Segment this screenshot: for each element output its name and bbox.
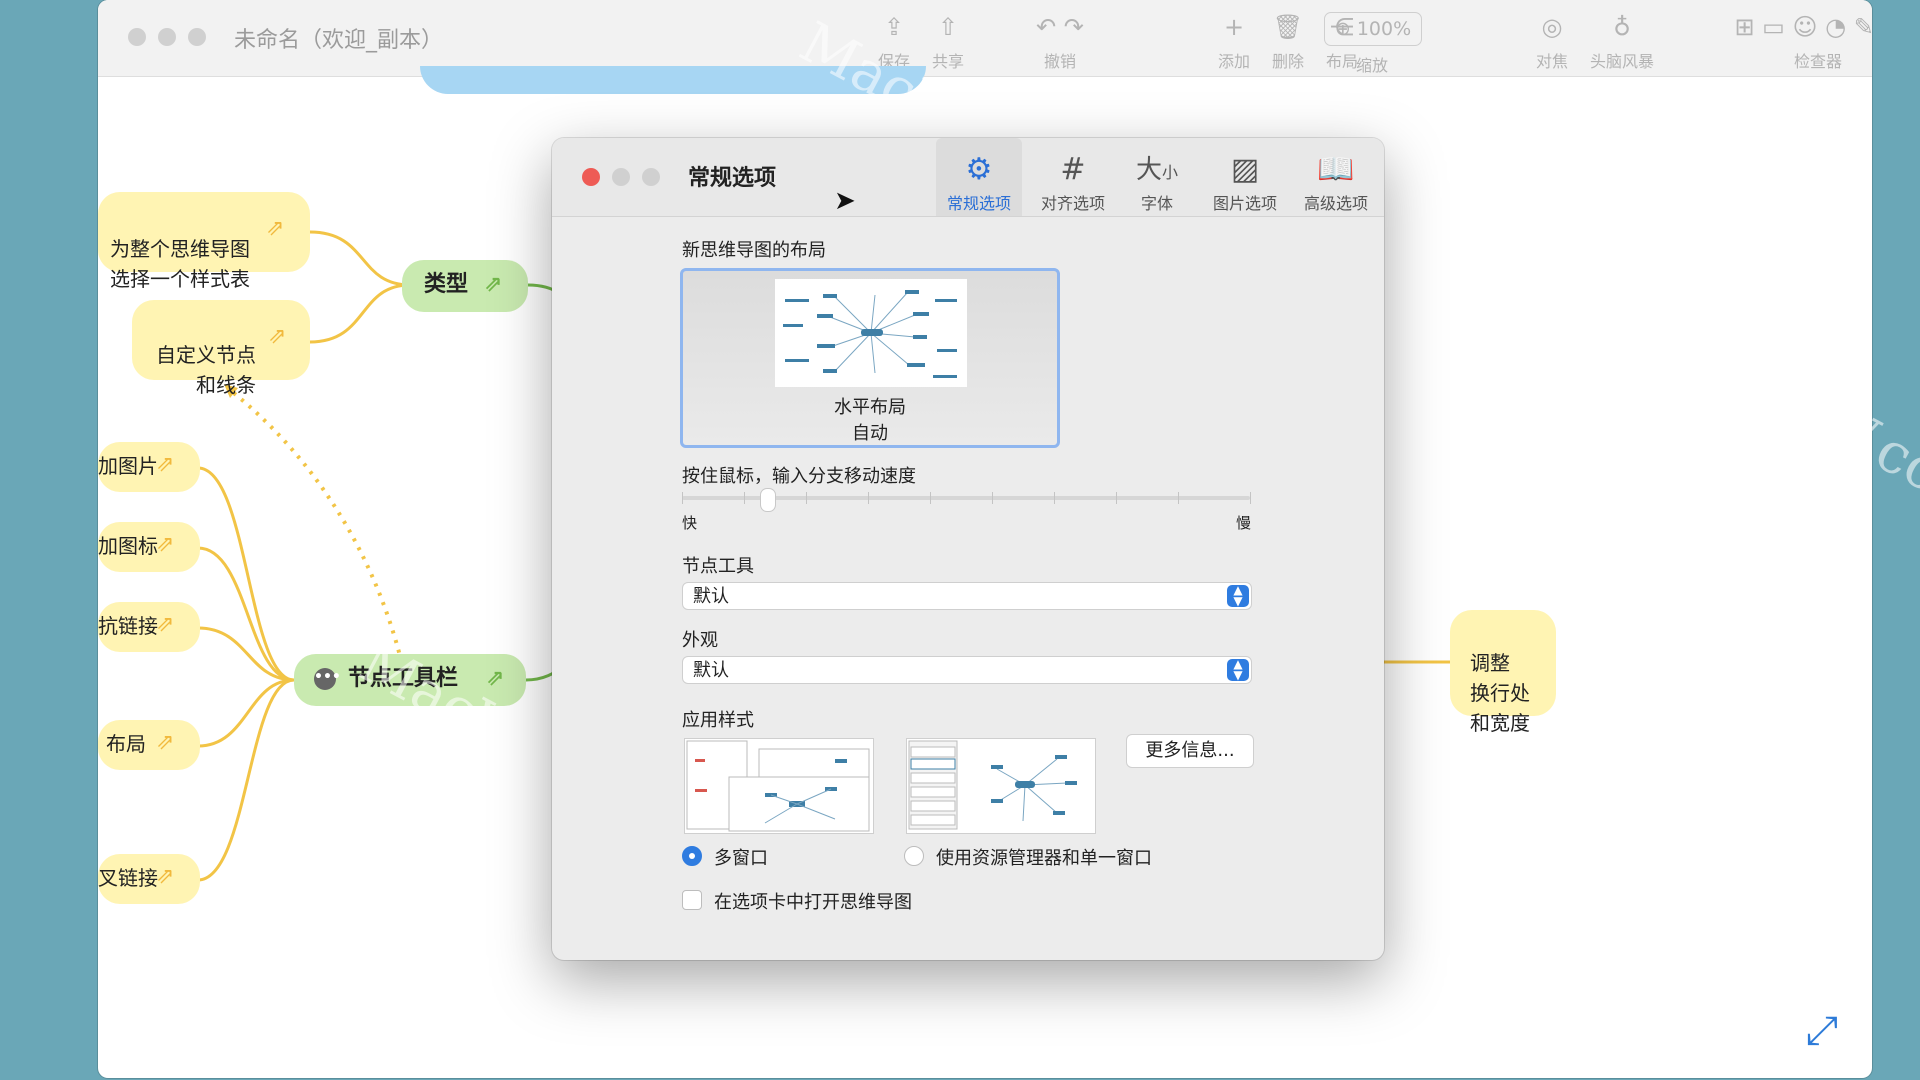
expand-icon[interactable]: ⤢ — [1806, 1008, 1838, 1054]
speed-label: 按住鼠标，输入分支移动速度 — [682, 466, 916, 487]
font-size-icon: 大小 — [1135, 155, 1179, 185]
gears-icon: ⚙ — [965, 152, 993, 187]
layout-mode: 自动 — [852, 423, 888, 444]
link-icon[interactable]: ⇗ — [156, 610, 174, 640]
tab-image[interactable]: ▨ 图片选项 — [1200, 138, 1290, 216]
link-icon[interactable]: ⇗ — [156, 728, 174, 758]
layout-name: 水平布局 — [834, 397, 906, 418]
slider-tick — [992, 492, 993, 504]
tab-alignment[interactable]: # 对齐选项 — [1030, 138, 1116, 216]
node-type[interactable]: 类型 ⇗ — [402, 260, 528, 312]
link-icon[interactable]: ⇗ — [266, 214, 284, 244]
dialog-zoom-button[interactable] — [642, 168, 660, 186]
radio-multi-window[interactable] — [682, 846, 702, 866]
mouse-cursor-icon: ➤ — [834, 186, 856, 216]
more-info-button[interactable]: 更多信息... — [1126, 734, 1254, 768]
more-icon[interactable]: ••• — [314, 668, 341, 690]
speed-fast-label: 快 — [682, 514, 698, 532]
link-icon[interactable]: ⇗ — [484, 270, 502, 300]
mindmap-preview-icon — [783, 290, 957, 378]
slider-tick — [868, 492, 869, 504]
link-icon[interactable]: ⇗ — [156, 450, 174, 480]
tab-font[interactable]: 大小 字体 — [1122, 138, 1192, 216]
dialog-header: 常规选项 ➤ ⚙ 常规选项 # 对齐选项 大小 字体 ▨ 图片选项 📖 高级选项 — [552, 138, 1384, 217]
appearance-label: 外观 — [682, 630, 718, 651]
preferences-dialog: 常规选项 ➤ ⚙ 常规选项 # 对齐选项 大小 字体 ▨ 图片选项 📖 高级选项… — [552, 138, 1384, 960]
node-link[interactable]: 抗链接 ⇗ — [98, 602, 200, 652]
slider-tick — [1054, 492, 1055, 504]
appearance-select[interactable]: 默认 ▲ ▼ — [682, 656, 1252, 684]
speed-slider-knob[interactable] — [760, 488, 777, 512]
slider-tick — [1178, 492, 1179, 504]
speed-slow-label: 慢 — [1236, 514, 1252, 532]
slider-tick — [1250, 492, 1251, 504]
chevron-updown-icon: ▲ ▼ — [1227, 584, 1249, 607]
slider-tick — [682, 492, 683, 504]
single-window-preview[interactable] — [906, 738, 1096, 834]
node-layout[interactable]: 布局 ⇗ — [98, 720, 200, 770]
book-icon: 📖 — [1317, 152, 1355, 187]
node-tool-label: 节点工具 — [682, 556, 754, 577]
layout-section-label: 新思维导图的布局 — [682, 240, 826, 261]
slider-tick — [930, 492, 931, 504]
multi-window-preview[interactable] — [684, 738, 874, 834]
multi-window-illustration-icon — [686, 740, 870, 832]
node-adjust-wrap[interactable]: 调整 换行处 和宽度 — [1450, 610, 1556, 735]
open-in-tabs-label: 在选项卡中打开思维导图 — [714, 892, 912, 913]
dialog-minimize-button[interactable] — [612, 168, 630, 186]
tab-general[interactable]: ⚙ 常规选项 — [936, 138, 1022, 216]
slider-tick — [806, 492, 807, 504]
chevron-updown-icon: ▲ ▼ — [1227, 658, 1249, 681]
link-icon[interactable]: ⇗ — [268, 322, 286, 352]
dialog-title: 常规选项 — [688, 166, 777, 191]
radio-single-window[interactable] — [904, 846, 924, 866]
tab-advanced[interactable]: 📖 高级选项 — [1294, 138, 1378, 216]
grid-icon: # — [1060, 152, 1086, 187]
node-add-image[interactable]: 加图片 ⇗ — [98, 442, 200, 492]
node-tool-select[interactable]: 默认 ▲ ▼ — [682, 582, 1252, 610]
layout-thumbnail — [775, 279, 967, 387]
radio-multi-window-label: 多窗口 — [714, 848, 768, 869]
node-cross-link[interactable]: 叉链接 ⇗ — [98, 854, 200, 904]
image-icon: ▨ — [1230, 152, 1260, 187]
single-window-illustration-icon — [908, 740, 1077, 830]
dialog-close-button[interactable] — [582, 168, 600, 186]
layout-option-horizontal[interactable]: 水平布局 自动 — [680, 268, 1060, 448]
slider-tick — [1116, 492, 1117, 504]
app-style-label: 应用样式 — [682, 710, 754, 731]
node-custom-node[interactable]: 自定义节点 和线条 ⇗ — [132, 300, 310, 397]
link-icon[interactable]: ⇗ — [156, 862, 174, 892]
node-style-sheet[interactable]: 为整个思维导图 选择一个样式表 ⇗ — [98, 192, 310, 291]
open-in-tabs-checkbox[interactable] — [682, 890, 702, 910]
slider-tick — [744, 492, 745, 504]
node-add-icon[interactable]: 加图标 ⇗ — [98, 522, 200, 572]
radio-single-window-label: 使用资源管理器和单一窗口 — [936, 848, 1152, 869]
link-icon[interactable]: ⇗ — [156, 530, 174, 560]
